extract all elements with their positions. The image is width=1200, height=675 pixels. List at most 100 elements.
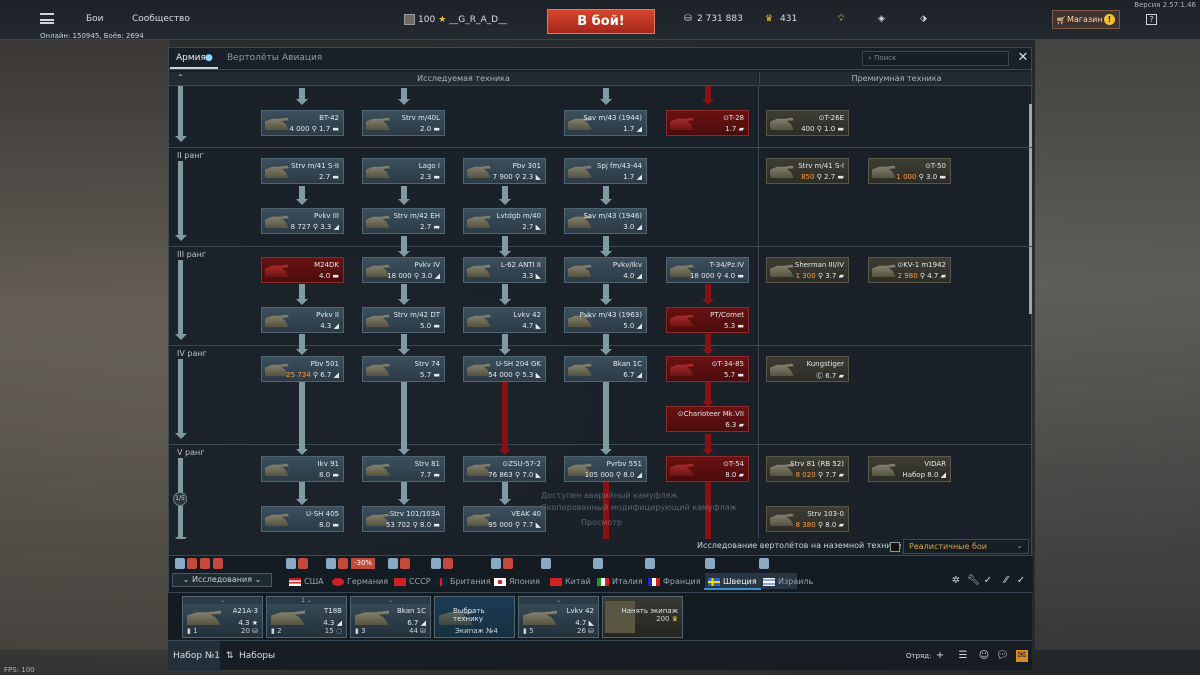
- vehicle-card[interactable]: Strv 101/103A 53 702 ⚲ 8.0 ▬: [362, 506, 445, 532]
- nav-battles[interactable]: Бои: [86, 14, 104, 24]
- vehicle-card[interactable]: Lago I 2.3 ▬: [362, 158, 445, 184]
- premium-vehicle-card[interactable]: VIDAR Набор 8.0 ◢: [868, 456, 951, 482]
- vehicle-card[interactable]: Pvkv III 8 727 ⚲ 3.3 ◢: [261, 208, 344, 234]
- vehicle-card[interactable]: ⊙Charioteer Mk.VII 6.3 ▰: [666, 406, 749, 432]
- vehicle-card[interactable]: ⊙T-28 1.7 ▰: [666, 110, 749, 136]
- notification-badge: [286, 558, 296, 569]
- tab-helicopters[interactable]: Вертолёты: [227, 53, 279, 63]
- nation-japan[interactable]: Япония: [494, 577, 540, 586]
- settings-icon[interactable]: ✲: [950, 575, 962, 587]
- menu-icon[interactable]: [40, 13, 54, 24]
- nation-france[interactable]: Франция: [648, 577, 701, 586]
- rank-label[interactable]: V ранг: [177, 448, 204, 457]
- vehicle-card[interactable]: Pvrbv 551 105 000 ⚲ 8.0 ◢: [564, 456, 647, 482]
- vehicle-card[interactable]: Pvkv IV 18 000 ⚲ 3.0 ◢: [362, 257, 445, 283]
- vehicle-card[interactable]: VEAK 40 95 000 ⚲ 7.7 ◣: [463, 506, 546, 532]
- nation-germany[interactable]: Германия: [332, 577, 388, 586]
- nav-community[interactable]: Сообщество: [132, 14, 190, 24]
- ammo-icon[interactable]: ⁄⁄: [1000, 575, 1012, 587]
- nation-sweden[interactable]: Швеция: [704, 577, 761, 590]
- vehicle-card[interactable]: Pvkv/Ikv 4.0 ◢: [564, 257, 647, 283]
- premium-vehicle-card[interactable]: ⊙T-26E 400 ⚲ 1.0 ▬: [766, 110, 849, 136]
- vehicle-card[interactable]: Spj fm/43-44 1.7 ◢: [564, 158, 647, 184]
- battle-pass-icon[interactable]: ◈: [878, 14, 885, 24]
- vehicle-card[interactable]: Strv 81 7.7 ▬: [362, 456, 445, 482]
- check-icon[interactable]: ✓: [1015, 575, 1027, 587]
- nation-israel[interactable]: Израиль: [763, 577, 813, 586]
- premium-vehicle-card[interactable]: Strv m/41 S-I 850 ⚲ 2.7 ▬: [766, 158, 849, 184]
- nation-china[interactable]: Китай: [550, 577, 591, 586]
- crew-slot[interactable]: ⌄ A21A-3 4.3 ★ ▮ 1 20 ⛁: [182, 596, 263, 638]
- vehicle-card[interactable]: Strv m/42 DT 5.0 ▬: [362, 307, 445, 333]
- vehicle-card[interactable]: Sav m/43 (1944) 1.7 ◢: [564, 110, 647, 136]
- vehicle-card[interactable]: Bkan 1C 6.7 ◢: [564, 356, 647, 382]
- vehicle-card[interactable]: L-62 ANTI II 3.3 ◣: [463, 257, 546, 283]
- nation-britain[interactable]: Британия: [435, 577, 491, 586]
- vehicle-card[interactable]: ⊙T-34-85 5.7 ▬: [666, 356, 749, 382]
- shop-button[interactable]: 🛒︎ Магазин !: [1052, 10, 1120, 29]
- vehicle-card[interactable]: U-SH 204 GK 54 000 ⚲ 5.3 ◣: [463, 356, 546, 382]
- tree-scrollbar[interactable]: [1029, 104, 1032, 314]
- presets-button[interactable]: Наборы: [239, 651, 275, 661]
- heli-research-checkbox[interactable]: [890, 542, 900, 552]
- help-button[interactable]: ?: [1146, 14, 1157, 25]
- close-button[interactable]: ✕: [1017, 51, 1029, 65]
- search-input[interactable]: ⌕ Поиск: [862, 51, 1009, 66]
- vehicle-card[interactable]: Strv m/40L 2.0 ▬: [362, 110, 445, 136]
- vehicle-card[interactable]: Strv m/42 EH 2.7 ▬: [362, 208, 445, 234]
- nation-ussr[interactable]: СССР: [394, 577, 431, 586]
- premium-vehicle-card[interactable]: Sherman III/IV 1 300 ⚲ 3.7 ▰: [766, 257, 849, 283]
- vehicle-card[interactable]: ⊙T-54 8.0 ▰: [666, 456, 749, 482]
- vehicle-card[interactable]: Pbv 301 7 900 ⚲ 2.3 ◣: [463, 158, 546, 184]
- vehicle-card[interactable]: PT/Comet 5.3 ▬: [666, 307, 749, 333]
- game-mode-select[interactable]: Реалистичные бои ⌄: [903, 539, 1029, 554]
- vehicle-card[interactable]: Strv m/41 S-II 2.7 ▬: [261, 158, 344, 184]
- rank-label[interactable]: III ранг: [177, 250, 206, 259]
- premium-vehicle-card[interactable]: Strv 81 (RB 52) 8 020 ⚲ 7.7 ▰: [766, 456, 849, 482]
- vehicle-card[interactable]: U-SH 405 8.0 ▬: [261, 506, 344, 532]
- mail-icon[interactable]: ✉: [1016, 650, 1028, 662]
- vehicle-card[interactable]: Pvkv m/43 (1963) 5.0 ◢: [564, 307, 647, 333]
- tab-army[interactable]: Армия: [170, 53, 218, 69]
- nation-usa[interactable]: США: [289, 577, 324, 586]
- vehicle-card[interactable]: Pvkv II 4.3 ◢: [261, 307, 344, 333]
- player-profile[interactable]: 100 ★ __G_R_A_D__: [404, 14, 507, 25]
- coupons-icon[interactable]: ⬗: [920, 14, 927, 24]
- research-points-balance[interactable]: 431: [780, 14, 797, 24]
- vehicle-card[interactable]: Lvtdgb m/40 2.7 ◣: [463, 208, 546, 234]
- vehicle-card[interactable]: Ikv 91 8.0 ▬: [261, 456, 344, 482]
- premium-vehicle-card[interactable]: Kungstiger Ⓒ 6.7 ▰: [766, 356, 849, 382]
- check-icon[interactable]: ✓: [982, 575, 994, 587]
- to-battle-button[interactable]: В бой!: [547, 9, 655, 34]
- vehicle-card[interactable]: Pbv 501 25 734 ⚲ 6.7 ◢: [261, 356, 344, 382]
- crew-slot[interactable]: ⌄ Bkan 1C 6.7 ◢ ▮ 3 44 ⛁: [350, 596, 431, 638]
- nation-italy[interactable]: Италия: [597, 577, 643, 586]
- vehicle-card[interactable]: Sav m/43 (1946) 3.0 ◢: [564, 208, 647, 234]
- lightbulb-icon[interactable]: 💡︎: [838, 14, 844, 24]
- rank-label[interactable]: IV ранг: [177, 349, 207, 358]
- collapse-icon[interactable]: ⌃: [177, 73, 184, 82]
- vehicle-card[interactable]: Strv 74 5.7 ▬: [362, 356, 445, 382]
- repair-icon[interactable]: 🔧︎: [967, 575, 980, 587]
- friends-icon[interactable]: ☺: [978, 650, 990, 662]
- vehicle-card[interactable]: T-34/Pz.IV 18 000 ⚲ 4.0 ▬: [666, 257, 749, 283]
- premium-vehicle-card[interactable]: Strv 103-0 8 380 ⚲ 8.0 ▰: [766, 506, 849, 532]
- vehicle-card[interactable]: ⊙ZSU-57-2 76 863 ⚲ 7.0 ◣: [463, 456, 546, 482]
- select-vehicle-slot[interactable]: Выбрать технику Экипаж №4: [434, 596, 515, 638]
- hire-crew-slot[interactable]: Нанять экипаж 200 ♛: [602, 596, 683, 638]
- vehicle-card[interactable]: Lvkv 42 4.7 ◣: [463, 307, 546, 333]
- silver-lions-balance[interactable]: 2 731 883: [697, 14, 743, 24]
- research-button[interactable]: ⌄ Исследования ⌄: [172, 573, 272, 587]
- current-preset[interactable]: Набор №1: [173, 651, 220, 661]
- chat-icon[interactable]: 💬︎: [996, 650, 1009, 662]
- premium-vehicle-card[interactable]: ⊙T-50 1 000 ⚲ 3.0 ▬: [868, 158, 951, 184]
- crew-slot[interactable]: 1 ⌄ T18B 4.3 ◢ ▮ 2 15 ◌: [266, 596, 347, 638]
- vehicle-card[interactable]: M24DK 4.0 ▬: [261, 257, 344, 283]
- tab-aviation[interactable]: Авиация: [282, 53, 322, 63]
- rank-label[interactable]: II ранг: [177, 151, 204, 160]
- add-squad-icon[interactable]: +: [934, 650, 946, 662]
- premium-vehicle-card[interactable]: ⊙KV-1 m1942 2 980 ⚲ 4.7 ▰: [868, 257, 951, 283]
- list-icon[interactable]: ☰: [957, 650, 969, 662]
- crew-slot[interactable]: ⌄ Lvkv 42 4.7 ◣ ▮ 5 26 ⛁: [518, 596, 599, 638]
- vehicle-card[interactable]: BT-42 4 000 ⚲ 1.7 ▬: [261, 110, 344, 136]
